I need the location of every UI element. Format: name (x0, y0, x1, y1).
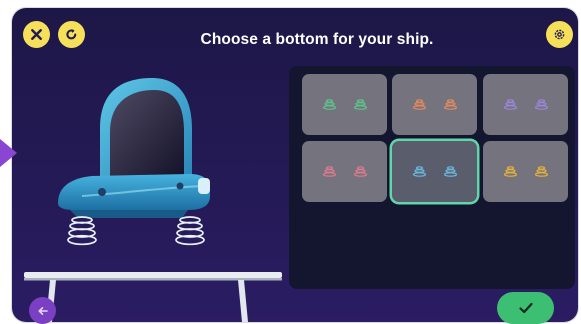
restart-icon (66, 29, 77, 40)
spring-icon (534, 99, 548, 110)
option-tile-5-selected[interactable] (392, 141, 477, 202)
close-icon (31, 29, 42, 40)
confirm-button[interactable] (497, 292, 554, 324)
settings-button[interactable] (546, 21, 573, 48)
spring-icon (503, 166, 517, 177)
option-tile-1[interactable] (302, 74, 387, 135)
spring-icon (353, 166, 367, 177)
options-panel (289, 66, 575, 289)
spring-icon (322, 99, 336, 110)
spring-icon (412, 99, 426, 110)
check-icon (518, 302, 533, 314)
spring-icon (443, 99, 457, 110)
option-tile-2[interactable] (392, 74, 477, 135)
spring-icon (412, 166, 426, 177)
ship-illustration (24, 78, 282, 322)
close-button[interactable] (23, 21, 50, 48)
side-pointer-arrow (0, 139, 17, 167)
restart-button[interactable] (58, 21, 85, 48)
option-tile-4[interactable] (302, 141, 387, 202)
back-button[interactable] (29, 297, 56, 324)
spring-icon (534, 166, 548, 177)
gear-icon (554, 29, 565, 40)
spring-icon (353, 99, 367, 110)
game-screen: Choose a bottom for your ship. (12, 8, 578, 322)
spring-icon (322, 166, 336, 177)
spring-icon (503, 99, 517, 110)
spring-icon (443, 166, 457, 177)
option-tile-6[interactable] (483, 141, 568, 202)
option-tile-3[interactable] (483, 74, 568, 135)
page-title: Choose a bottom for your ship. (200, 31, 434, 48)
arrow-left-icon (38, 306, 48, 315)
